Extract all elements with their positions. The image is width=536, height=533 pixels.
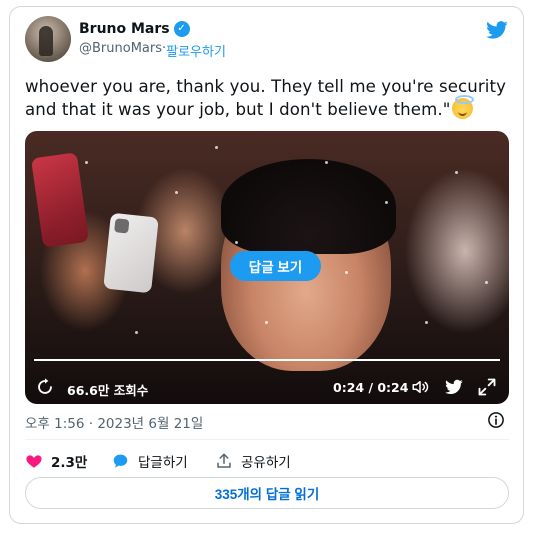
volume-muted-icon[interactable] bbox=[410, 378, 430, 396]
video-progress-bar[interactable] bbox=[34, 359, 500, 361]
twitter-bird-icon[interactable] bbox=[485, 19, 509, 41]
video-frame-detail bbox=[30, 152, 90, 248]
video-frame-detail bbox=[103, 212, 159, 294]
share-button[interactable]: 공유하기 bbox=[215, 450, 291, 472]
tweet-timestamp[interactable]: 오후 1:56 · 2023년 6월 21일 bbox=[25, 412, 203, 432]
twitter-logo-icon[interactable] bbox=[444, 378, 464, 396]
video-controls: 66.6만 조회수 0:24 / 0:24 bbox=[25, 371, 509, 403]
halo-emoji-icon bbox=[452, 95, 475, 119]
share-upload-icon bbox=[217, 453, 231, 468]
read-replies-button[interactable]: 335개의 답글 읽기 bbox=[25, 477, 509, 509]
verified-badge-icon: ✓ bbox=[173, 21, 190, 37]
video-frame-detail bbox=[221, 159, 396, 254]
tweet-actions: 2.3만 답글하기 공유하기 bbox=[25, 450, 509, 472]
reply-button[interactable]: 답글하기 bbox=[111, 450, 188, 472]
info-icon[interactable] bbox=[487, 411, 505, 429]
tweet-text: whoever you are, thank you. They tell me… bbox=[25, 75, 515, 121]
like-button[interactable]: 2.3만 bbox=[25, 450, 87, 472]
tweet-card: Bruno Mars ✓ @BrunoMars · 팔로우하기 whoever … bbox=[9, 6, 524, 524]
fullscreen-icon[interactable] bbox=[477, 377, 497, 397]
like-count: 2.3만 bbox=[51, 455, 88, 471]
divider bbox=[25, 439, 509, 440]
tweet-text-body: whoever you are, thank you. They tell me… bbox=[25, 77, 507, 119]
replay-icon[interactable] bbox=[36, 378, 54, 396]
follow-button[interactable]: 팔로우하기 bbox=[166, 41, 226, 60]
reply-label: 답글하기 bbox=[138, 455, 188, 471]
video-time: 0:24 / 0:24 bbox=[333, 380, 409, 395]
author-name[interactable]: Bruno Mars bbox=[79, 21, 170, 37]
view-count: 66.6만 조회수 bbox=[67, 383, 149, 398]
author-handle[interactable]: @BrunoMars bbox=[79, 41, 162, 60]
avatar[interactable] bbox=[25, 16, 71, 62]
view-replies-button[interactable]: 답글 보기 bbox=[230, 251, 321, 281]
reply-bubble-icon bbox=[113, 454, 128, 468]
share-label: 공유하기 bbox=[241, 455, 291, 471]
video-player[interactable]: 답글 보기 66.6만 조회수 0:24 / 0:24 bbox=[25, 131, 509, 404]
heart-icon bbox=[26, 455, 42, 468]
author-name-row: Bruno Mars ✓ bbox=[79, 21, 190, 37]
author-handle-row: @BrunoMars · 팔로우하기 bbox=[79, 41, 226, 60]
